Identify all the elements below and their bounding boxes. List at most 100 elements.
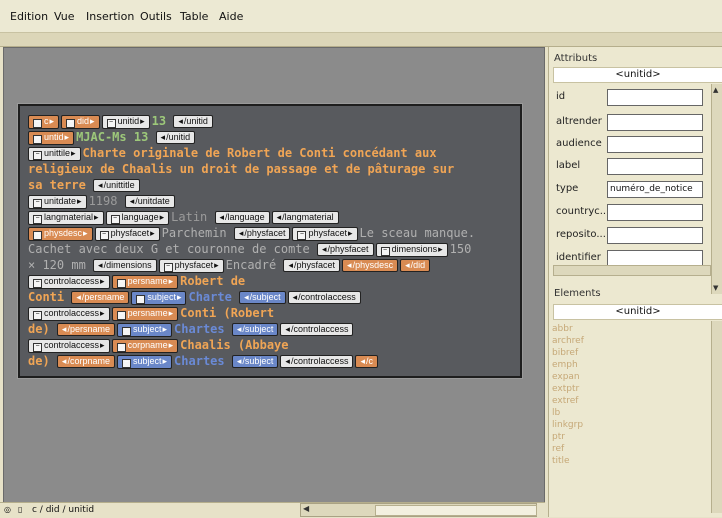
tag-corpname[interactable]: − corpname xyxy=(111,339,179,353)
tag-subject-close[interactable]: /subject xyxy=(231,323,279,336)
dimensions-value-2[interactable]: × 120 mm xyxy=(28,258,86,272)
element-item[interactable]: lb xyxy=(552,408,560,418)
attr-input-altrender[interactable] xyxy=(607,114,703,131)
tag-physdesc[interactable]: − physdesc xyxy=(28,227,93,241)
collapse-box-icon[interactable]: − xyxy=(163,263,173,272)
tag-unittitle[interactable]: − unittile xyxy=(28,147,81,161)
editor-hscrollbar[interactable]: ◀ xyxy=(300,503,537,517)
tag-c-close[interactable]: /c xyxy=(355,355,379,368)
physfacet-value-2[interactable]: Le sceau manque. xyxy=(360,226,476,240)
persname-value-3[interactable]: Conti (Robert xyxy=(180,306,274,320)
tag-language-close[interactable]: /language xyxy=(214,211,270,224)
tag-did[interactable]: − did xyxy=(61,115,100,129)
tag-unittitle-close[interactable]: /unittitle xyxy=(93,179,140,192)
subject-value-1[interactable]: Charte xyxy=(188,290,231,304)
scroll-down-icon[interactable]: ▼ xyxy=(713,284,718,292)
attributes-scrollbar[interactable]: ▲ ▼ xyxy=(711,84,722,294)
tag-subject[interactable]: − subject xyxy=(116,323,173,337)
elements-scrollbar[interactable] xyxy=(711,321,722,513)
tag-controlaccess-close[interactable]: /controlaccess xyxy=(287,291,361,304)
tag-physfacet-close[interactable]: /physfacet xyxy=(283,259,341,272)
attr-input-label[interactable] xyxy=(607,158,703,175)
menu-vue[interactable]: Vue xyxy=(54,10,75,23)
tag-persname-close[interactable]: /persname xyxy=(71,291,130,304)
menu-outils[interactable]: Outils xyxy=(140,10,172,23)
collapse-box-icon[interactable]: − xyxy=(33,119,42,128)
persname-value-4[interactable]: de) xyxy=(28,322,50,336)
tag-unitid-close[interactable]: /unitid xyxy=(155,131,196,144)
collapse-box-icon[interactable]: − xyxy=(116,311,126,320)
physfacet-value-4[interactable]: Encadré xyxy=(226,258,277,272)
collapse-box-icon[interactable]: − xyxy=(136,295,146,304)
scroll-up-icon[interactable]: ▲ xyxy=(713,86,718,94)
persname-value-1[interactable]: Robert de xyxy=(180,274,245,288)
collapse-box-icon[interactable]: − xyxy=(380,247,390,256)
tag-langmaterial-close[interactable]: /langmaterial xyxy=(271,211,339,224)
element-item[interactable]: emph xyxy=(552,360,578,370)
unittitle-text-1[interactable]: Charte originale de Robert de Conti conc… xyxy=(83,146,437,160)
element-item[interactable]: extptr xyxy=(552,384,579,394)
tag-subject-close[interactable]: /subject xyxy=(231,355,279,368)
element-item[interactable]: abbr xyxy=(552,324,573,334)
physfacet-value-1[interactable]: Parchemin xyxy=(162,226,227,240)
subject-value-2[interactable]: Chartes xyxy=(174,322,225,336)
tag-physdesc-close[interactable]: /physdesc xyxy=(342,259,399,272)
tag-controlaccess[interactable]: − controlaccess xyxy=(28,275,110,289)
persname-value-2[interactable]: Conti xyxy=(28,290,64,304)
dimensions-value-1[interactable]: 150 xyxy=(450,242,472,256)
unitid-value[interactable]: 13 xyxy=(152,114,166,128)
attr-input-id[interactable] xyxy=(607,89,703,106)
menu-aide[interactable]: Aide xyxy=(219,10,243,23)
collapse-box-icon[interactable]: − xyxy=(33,215,42,224)
attr-input-type[interactable]: numéro_de_notice xyxy=(607,181,703,198)
attributes-hscrollbar[interactable] xyxy=(553,265,711,276)
tag-unitdate-close[interactable]: /unitdate xyxy=(124,195,175,208)
collapse-box-icon[interactable]: − xyxy=(297,231,307,240)
element-item[interactable]: expan xyxy=(552,372,580,382)
tag-physfacet[interactable]: − physfacet xyxy=(158,259,224,273)
eye-icon[interactable]: ◎ xyxy=(4,505,11,514)
tag-physfacet[interactable]: − physfacet xyxy=(292,227,358,241)
document-view[interactable]: −c−did−unitid13 /unitid −untidMJAC-Ms 13… xyxy=(18,104,522,378)
tag-untid[interactable]: − untid xyxy=(28,131,75,145)
attr-input-repositorycode[interactable] xyxy=(607,227,703,244)
tag-controlaccess[interactable]: − controlaccess xyxy=(28,339,110,353)
physfacet-value-3[interactable]: Cachet avec deux G et couronne de comte xyxy=(28,242,310,256)
collapse-box-icon[interactable]: − xyxy=(106,119,116,128)
tag-langmaterial[interactable]: − langmaterial xyxy=(28,211,104,225)
menu-edition[interactable]: Edition xyxy=(10,10,48,23)
element-item[interactable]: ref xyxy=(552,444,564,454)
scroll-left-icon[interactable]: ◀ xyxy=(303,504,309,513)
tag-controlaccess[interactable]: − controlaccess xyxy=(28,307,110,321)
page-icon[interactable]: ▯ xyxy=(18,505,22,514)
collapse-box-icon[interactable]: − xyxy=(99,231,109,240)
collapse-box-icon[interactable]: − xyxy=(33,135,42,144)
tag-unitdate[interactable]: − unitdate xyxy=(28,195,87,209)
element-item[interactable]: title xyxy=(552,456,570,466)
tag-persname[interactable]: − persname xyxy=(111,307,179,321)
tag-unitid-close[interactable]: /unitid xyxy=(173,115,213,128)
unitdate-value[interactable]: 1198 xyxy=(89,194,118,208)
tag-physfacet-close[interactable]: /physfacet xyxy=(233,227,291,240)
untid-value[interactable]: MJAC-Ms 13 xyxy=(76,130,148,144)
scroll-thumb[interactable] xyxy=(375,505,537,516)
collapse-box-icon[interactable]: − xyxy=(33,231,42,240)
element-item[interactable]: linkgrp xyxy=(552,420,583,430)
tag-dimensions[interactable]: − dimensions xyxy=(375,243,448,257)
tag-language[interactable]: − language xyxy=(105,211,170,225)
element-item[interactable]: ptr xyxy=(552,432,565,442)
tag-subject[interactable]: − subject xyxy=(116,355,173,369)
collapse-box-icon[interactable]: − xyxy=(33,311,42,320)
collapse-box-icon[interactable]: − xyxy=(33,279,42,288)
tag-physfacet[interactable]: − physfacet xyxy=(94,227,160,241)
collapse-box-icon[interactable]: − xyxy=(121,327,131,336)
tag-controlaccess-close[interactable]: /controlaccess xyxy=(280,355,354,368)
unittitle-text-3[interactable]: sa terre xyxy=(28,178,86,192)
editor-area[interactable]: −c−did−unitid13 /unitid −untidMJAC-Ms 13… xyxy=(3,47,545,504)
collapse-box-icon[interactable]: − xyxy=(66,119,76,128)
tag-persname[interactable]: − persname xyxy=(111,275,179,289)
element-item[interactable]: archref xyxy=(552,336,584,346)
collapse-box-icon[interactable]: − xyxy=(33,151,42,160)
tag-unitid[interactable]: − unitid xyxy=(101,115,150,129)
collapse-box-icon[interactable]: − xyxy=(116,279,126,288)
